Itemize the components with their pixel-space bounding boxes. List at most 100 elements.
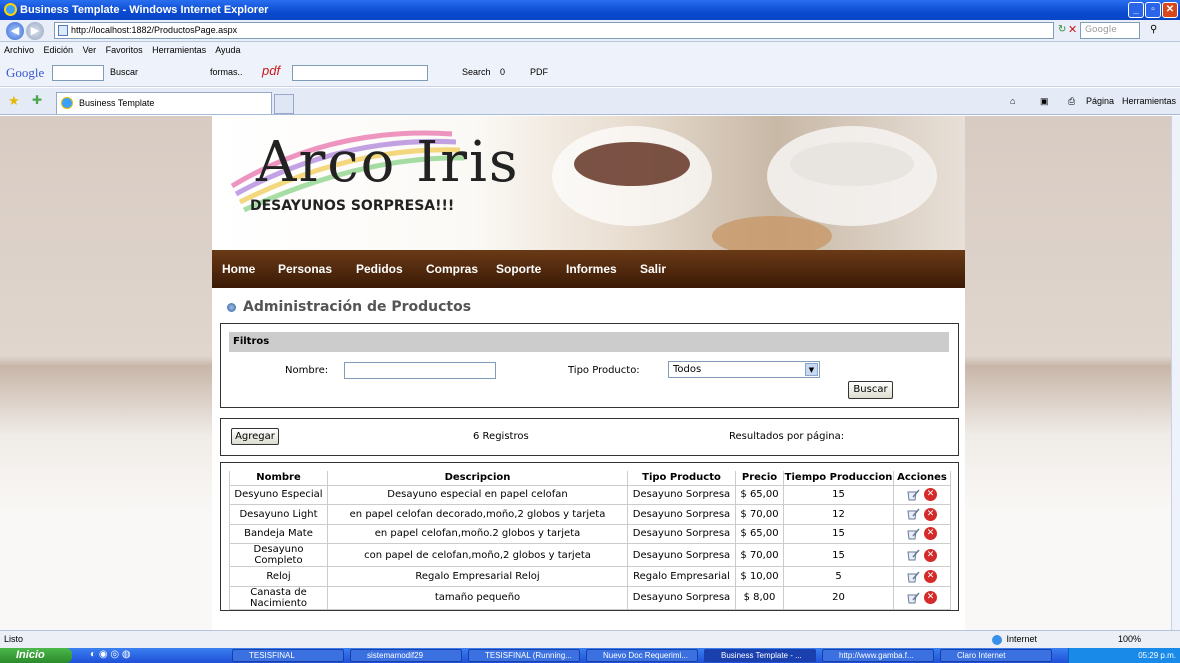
status-bar: Listo Internet 100% — [0, 630, 1180, 648]
nav-personas[interactable]: Personas — [278, 262, 332, 276]
nombre-label: Nombre: — [285, 365, 329, 376]
task-business-template[interactable]: Business Template - ... — [704, 649, 816, 662]
delete-icon[interactable]: ✕ — [924, 527, 937, 541]
cell-precio: $ 65,00 — [735, 484, 784, 506]
delete-icon[interactable]: ✕ — [924, 548, 937, 562]
actions-panel: Agregar 6 Registros Resultados por págin… — [220, 418, 959, 456]
cell-tipo: Desayuno Sorpresa — [627, 484, 736, 506]
delete-icon[interactable]: ✕ — [924, 570, 937, 584]
col-descripcion[interactable]: Descripcion — [327, 471, 628, 486]
cell-nombre: Desyuno Especial — [229, 484, 328, 506]
task-tesisfinal-running[interactable]: TESISFINAL (Running... — [468, 649, 580, 662]
google-search-input[interactable] — [52, 65, 104, 81]
nav-home[interactable]: Home — [222, 262, 255, 276]
internet-zone: Internet — [990, 631, 1037, 648]
pdf2-button[interactable]: PDF — [530, 67, 548, 77]
agregar-button[interactable]: Agregar — [231, 428, 279, 445]
col-tipo-producto[interactable]: Tipo Producto — [627, 471, 736, 486]
pdf-button[interactable]: pdf — [262, 63, 280, 78]
globe-icon — [992, 634, 1002, 645]
start-button[interactable]: Inicio — [0, 648, 72, 663]
refresh-icon[interactable]: ↻ — [1058, 24, 1066, 35]
edit-icon[interactable] — [907, 508, 920, 520]
menu-ver[interactable]: Ver — [83, 45, 97, 55]
task-nuevo-doc[interactable]: Nuevo Doc Requerimi... — [586, 649, 698, 662]
zoom-level[interactable]: 100% — [1118, 631, 1141, 648]
new-tab-button[interactable] — [274, 94, 294, 114]
task-tesisfinal[interactable]: TESISFINAL — [232, 649, 344, 662]
filter-header: Filtros — [229, 332, 949, 352]
edit-icon[interactable] — [907, 571, 920, 583]
col-precio[interactable]: Precio — [735, 471, 784, 486]
maximize-button[interactable]: ▫ — [1145, 2, 1161, 18]
table-row: Desayuno Light en papel celofan decorado,… — [229, 504, 951, 525]
vertical-scrollbar[interactable] — [1171, 116, 1180, 630]
url-input[interactable]: http://localhost:1882/ProductosPage.aspx — [54, 22, 1054, 39]
cell-precio: $ 8,00 — [735, 585, 784, 610]
nav-pedidos[interactable]: Pedidos — [356, 262, 403, 276]
menu-ayuda[interactable]: Ayuda — [215, 45, 240, 55]
cell-precio: $ 65,00 — [735, 523, 784, 545]
add-favorite-icon[interactable]: ✚ — [32, 93, 42, 107]
col-tiempo-produccion[interactable]: Tiempo Produccion — [783, 471, 894, 486]
edit-icon[interactable] — [907, 489, 920, 501]
pagina-menu[interactable]: Página — [1086, 96, 1114, 106]
feeds-icon[interactable]: ▣ — [1040, 96, 1049, 107]
buscar-button[interactable]: Buscar — [848, 381, 893, 399]
nav-compras[interactable]: Compras — [426, 262, 478, 276]
delete-icon[interactable]: ✕ — [924, 591, 937, 605]
menu-favoritos[interactable]: Favoritos — [106, 45, 143, 55]
buscar-button[interactable]: Buscar — [110, 67, 138, 77]
back-icon[interactable]: ◀ — [6, 22, 24, 40]
google-toolbar: Google Buscar formas.. pdf Search 0 PDF — [0, 59, 1180, 87]
table-row: Desyuno Especial Desayuno especial en pap… — [229, 484, 951, 506]
quicklaunch-icons[interactable]: ◐ ◉ ◎ ◍ — [90, 649, 131, 660]
site-logo: Arco Iris — [256, 130, 520, 195]
cell-tiempo: 15 — [783, 543, 894, 568]
home-icon[interactable]: ⌂ — [1010, 96, 1015, 106]
cell-acciones: ✕ — [893, 585, 951, 610]
nombre-input[interactable] — [344, 362, 496, 379]
close-button[interactable]: ✕ — [1162, 2, 1178, 18]
task-claro-internet[interactable]: Claro Internet — [940, 649, 1052, 662]
stop-icon[interactable]: ✕ — [1068, 23, 1077, 36]
cell-nombre: Desayuno Light — [229, 504, 328, 525]
minimize-button[interactable]: _ — [1128, 2, 1144, 18]
formas-button[interactable]: formas.. — [210, 67, 243, 77]
filter-panel: Filtros Nombre: Tipo Producto: Todos ▼ B… — [220, 323, 959, 408]
herramientas-menu[interactable]: Herramientas — [1122, 96, 1176, 106]
cell-acciones: ✕ — [893, 523, 951, 545]
edit-icon[interactable] — [907, 549, 920, 561]
nav-salir[interactable]: Salir — [640, 262, 666, 276]
favorites-star-icon[interactable]: ★ — [8, 93, 20, 109]
page-icon — [58, 25, 68, 36]
delete-icon[interactable]: ✕ — [924, 507, 937, 521]
task-sistemamodif[interactable]: sistemamodif29 — [350, 649, 462, 662]
edit-icon[interactable] — [907, 592, 920, 604]
tab-business-template[interactable]: Business Template — [56, 92, 272, 114]
main-nav: Home Personas Pedidos Compras Soporte In… — [212, 250, 965, 288]
search-icon[interactable]: ⚲ — [1150, 24, 1157, 35]
delete-icon[interactable]: ✕ — [924, 488, 937, 502]
tipo-producto-select[interactable]: Todos ▼ — [668, 361, 820, 378]
cell-descripcion: Regalo Empresarial Reloj — [327, 566, 628, 587]
cell-tipo: Desayuno Sorpresa — [627, 585, 736, 610]
pdf-search-input[interactable] — [292, 65, 428, 81]
window-titlebar: Business Template - Windows Internet Exp… — [0, 0, 1180, 20]
nav-informes[interactable]: Informes — [566, 262, 617, 276]
print-icon[interactable]: ⎙ — [1068, 96, 1075, 107]
search-button[interactable]: Search — [462, 67, 491, 77]
nav-soporte[interactable]: Soporte — [496, 262, 541, 276]
menu-herramientas[interactable]: Herramientas — [152, 45, 206, 55]
system-tray: 05:29 p.m. — [1068, 648, 1180, 663]
cell-acciones: ✕ — [893, 543, 951, 568]
search-input[interactable]: Google — [1080, 22, 1140, 39]
menu-edicion[interactable]: Edición — [44, 45, 74, 55]
edit-icon[interactable] — [907, 528, 920, 540]
forward-icon[interactable]: ▶ — [26, 22, 44, 40]
chevron-down-icon[interactable]: ▼ — [805, 363, 818, 376]
col-nombre[interactable]: Nombre — [229, 471, 328, 486]
menu-archivo[interactable]: Archivo — [4, 45, 34, 55]
task-gamba[interactable]: http://www.gamba.f... — [822, 649, 934, 662]
cell-descripcion: Desayuno especial en papel celofan — [327, 484, 628, 506]
